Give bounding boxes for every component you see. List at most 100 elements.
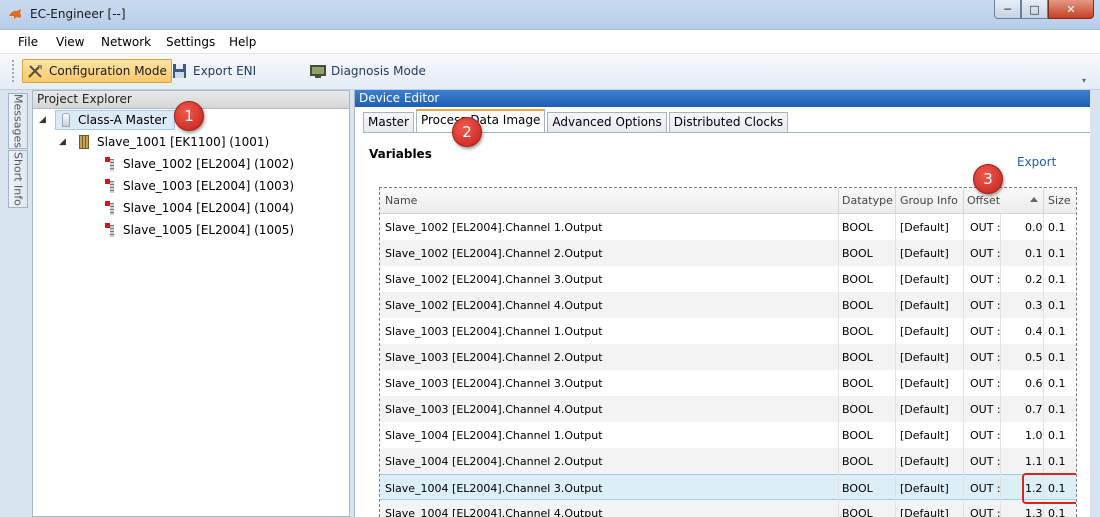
cell-group-info: [Default] [900,351,949,364]
menu-network[interactable]: Network [101,35,151,49]
table-row[interactable]: Slave_1003 [EL2004].Channel 1.Output BOOL… [380,318,1076,344]
toolbar-grip[interactable] [12,60,15,82]
cell-direction: OUT : [970,273,1001,286]
device-editor-title: Device Editor [355,90,1090,107]
minimize-button[interactable]: ─ [994,0,1021,19]
column-header-offset[interactable]: Offset [967,194,1000,207]
expand-arrow-icon[interactable]: ◢ [59,137,69,147]
menu-settings[interactable]: Settings [166,35,215,49]
tab-master[interactable]: Master [363,112,414,132]
table-row[interactable]: Slave_1003 [EL2004].Channel 4.Output BOOL… [380,396,1076,422]
monitor-icon [310,65,326,78]
cell-name: Slave_1004 [EL2004].Channel 3.Output [385,482,603,495]
cell-group-info: [Default] [900,403,949,416]
column-divider [1000,214,1001,517]
window-title: EC-Engineer [--] [30,7,126,21]
tab-distributed-clocks[interactable]: Distributed Clocks [668,112,789,132]
annotation-badge: 1 [174,101,204,131]
cell-direction: OUT : [970,377,1001,390]
cell-name: Slave_1003 [EL2004].Channel 2.Output [385,351,603,364]
tab-advanced-options[interactable]: Advanced Options [547,112,667,132]
column-header-datatype[interactable]: Datatype [842,194,893,207]
column-header-size[interactable]: Size [1048,194,1071,207]
export-eni-label: Export ENI [193,64,257,78]
cell-offset: 0.3 [1025,299,1043,312]
cell-offset: 1.0 [1025,429,1043,442]
cell-datatype: BOOL [842,403,873,416]
cell-group-info: [Default] [900,429,949,442]
cell-offset: 0.5 [1025,351,1043,364]
cell-size: 0.1 [1048,273,1066,286]
column-divider [895,214,896,517]
cell-group-info: [Default] [900,299,949,312]
annotation-badge: 3 [973,164,1003,194]
cell-offset: 0.6 [1025,377,1043,390]
configuration-mode-button[interactable]: Configuration Mode [22,59,172,83]
cell-offset: 0.1 [1025,247,1043,260]
close-button[interactable]: ✕ [1048,0,1094,19]
table-row[interactable]: Slave_1004 [EL2004].Channel 1.Output BOOL… [380,422,1076,448]
export-eni-button[interactable]: Export ENI [167,59,260,83]
cell-size: 0.1 [1048,221,1066,234]
maximize-button[interactable]: □ [1021,0,1048,19]
cell-direction: OUT : [970,247,1001,260]
tools-icon [28,65,42,78]
toolbar-overflow-icon[interactable]: ▾ [1082,76,1090,86]
cell-name: Slave_1004 [EL2004].Channel 2.Output [385,455,603,468]
side-tab-messages[interactable]: Messages [8,93,28,149]
tree-item-slave-label: Slave_1005 [EL2004] (1005) [123,223,295,237]
cell-datatype: BOOL [842,247,873,260]
cell-offset: 1.3 [1025,507,1043,517]
cell-direction: OUT : [970,507,1001,517]
cell-datatype: BOOL [842,455,873,468]
table-row[interactable]: Slave_1002 [EL2004].Channel 1.Output BOOL… [380,214,1076,240]
annotation-badge: 2 [452,117,482,147]
menu-file[interactable]: File [18,35,38,49]
cell-name: Slave_1002 [EL2004].Channel 3.Output [385,273,603,286]
cell-offset: 1.1 [1025,455,1043,468]
side-tab-short-info[interactable]: Short Info [8,150,28,208]
export-link[interactable]: Export [1017,155,1056,169]
tree-item-coupler[interactable]: ◢ Slave_1001 [EK1100] (1001) [59,132,269,152]
diagnosis-mode-label: Diagnosis Mode [331,64,426,78]
table-row[interactable]: Slave_1004 [EL2004].Channel 4.Output BOOL… [380,500,1076,517]
tree-item-slave[interactable]: Slave_1005 [EL2004] (1005) [105,220,294,240]
cell-datatype: BOOL [842,273,873,286]
cell-datatype: BOOL [842,351,873,364]
table-row[interactable]: Slave_1002 [EL2004].Channel 3.Output BOOL… [380,266,1076,292]
cell-group-info: [Default] [900,455,949,468]
table-row[interactable]: Slave_1002 [EL2004].Channel 4.Output BOOL… [380,292,1076,318]
tree-item-master-label: Class-A Master [78,113,167,127]
column-divider[interactable] [838,188,839,214]
sort-ascending-icon[interactable] [1030,197,1038,202]
cell-group-info: [Default] [900,325,949,338]
cell-datatype: BOOL [842,299,873,312]
cell-direction: OUT : [970,403,1001,416]
editor-tabs: Master Process Data Image Advanced Optio… [363,109,790,132]
table-row[interactable]: Slave_1003 [EL2004].Channel 2.Output BOOL… [380,344,1076,370]
cell-offset: 0.7 [1025,403,1043,416]
column-divider[interactable] [895,188,896,214]
table-row[interactable]: Slave_1004 [EL2004].Channel 3.Output BOOL… [380,474,1076,500]
column-divider[interactable] [963,188,964,214]
offset-size-highlight [1022,473,1076,504]
table-row[interactable]: Slave_1002 [EL2004].Channel 2.Output BOOL… [380,240,1076,266]
column-divider[interactable] [1043,188,1044,214]
column-header-group-info[interactable]: Group Info [900,194,958,207]
tree-item-slave[interactable]: Slave_1002 [EL2004] (1002) [105,154,294,174]
diagnosis-mode-button[interactable]: Diagnosis Mode [305,59,430,83]
device-editor-panel: Device Editor Master Process Data Image … [354,90,1090,517]
tree-item-slave[interactable]: Slave_1003 [EL2004] (1003) [105,176,294,196]
menu-view[interactable]: View [56,35,84,49]
tree-item-master[interactable]: Class-A Master [55,110,175,130]
menu-help[interactable]: Help [229,35,256,49]
table-row[interactable]: Slave_1003 [EL2004].Channel 3.Output BOOL… [380,370,1076,396]
slave-device-icon [105,223,115,237]
cell-size: 0.1 [1048,299,1066,312]
column-header-name[interactable]: Name [385,194,417,207]
tree-item-slave[interactable]: Slave_1004 [EL2004] (1004) [105,198,294,218]
tree-expander-master[interactable]: ◢ [39,110,49,130]
expand-arrow-icon[interactable]: ◢ [39,115,49,125]
table-row[interactable]: Slave_1004 [EL2004].Channel 2.Output BOOL… [380,448,1076,474]
cell-name: Slave_1002 [EL2004].Channel 1.Output [385,221,603,234]
